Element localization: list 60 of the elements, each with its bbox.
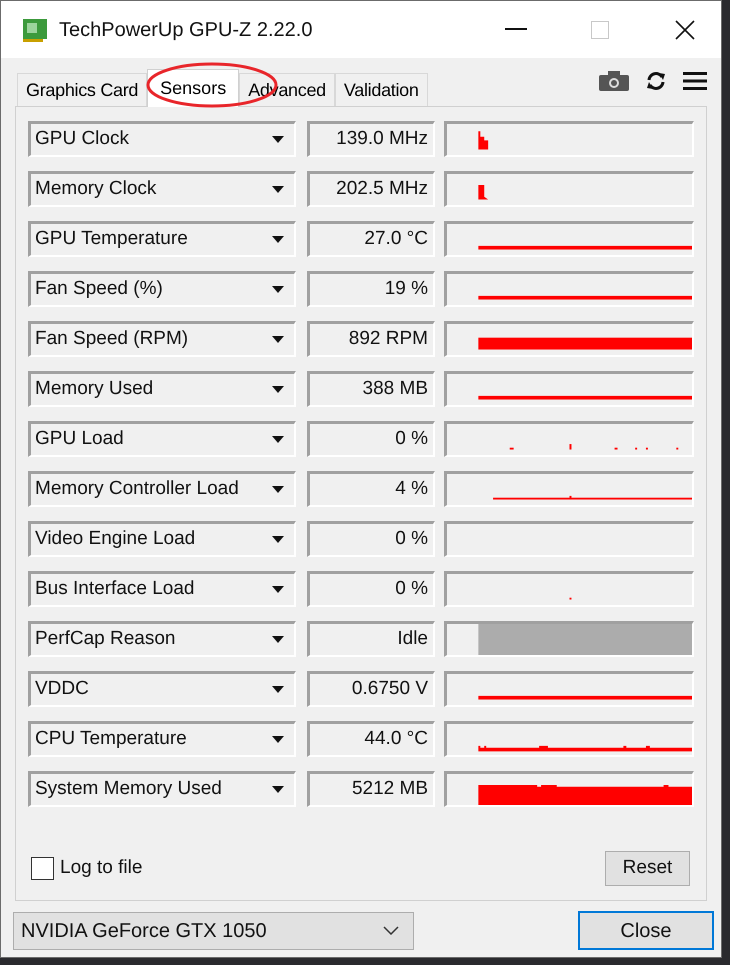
close-icon[interactable] xyxy=(675,20,695,40)
window-title: TechPowerUp GPU-Z 2.22.0 xyxy=(59,18,312,42)
sensor-value: 0 % xyxy=(306,571,435,607)
sensor-dropdown[interactable]: Fan Speed (RPM) xyxy=(28,321,296,357)
sensor-dropdown[interactable]: System Memory Used xyxy=(28,771,296,807)
sensor-value: 0 % xyxy=(306,421,435,457)
sensor-dropdown[interactable]: GPU Load xyxy=(28,421,296,457)
caret-icon xyxy=(272,236,284,243)
tab[interactable]: Validation xyxy=(334,73,428,106)
close-button[interactable]: Close xyxy=(578,911,714,950)
log-checkbox[interactable] xyxy=(31,857,54,880)
caret-icon xyxy=(272,286,284,293)
refresh-icon[interactable] xyxy=(645,70,667,92)
tab[interactable]: Graphics Card xyxy=(17,73,148,106)
caret-icon xyxy=(272,536,284,543)
sensor-dropdown[interactable]: Memory Used xyxy=(28,371,296,407)
sensor-value: 892 RPM xyxy=(306,321,435,357)
sensor-dropdown[interactable]: GPU Temperature xyxy=(28,221,296,257)
caret-icon xyxy=(272,736,284,743)
sensor-dropdown[interactable]: PerfCap Reason xyxy=(28,621,296,657)
reset-button[interactable]: Reset xyxy=(605,851,690,886)
sensor-value: 4 % xyxy=(306,471,435,507)
caret-icon xyxy=(272,586,284,593)
sensor-value: Idle xyxy=(306,621,435,657)
caret-icon xyxy=(272,186,284,193)
chevron-down-icon xyxy=(383,926,399,935)
sensor-dropdown[interactable]: Video Engine Load xyxy=(28,521,296,557)
sensor-value: 139.0 MHz xyxy=(306,121,435,157)
sensor-value: 202.5 MHz xyxy=(306,171,435,207)
minimize-icon[interactable] xyxy=(505,28,527,32)
caret-icon xyxy=(272,436,284,443)
sensor-dropdown[interactable]: Memory Controller Load xyxy=(28,471,296,507)
menu-icon[interactable] xyxy=(683,71,707,91)
sensor-value: 27.0 °C xyxy=(306,221,435,257)
camera-icon[interactable] xyxy=(599,71,629,91)
sparkline-drawing xyxy=(478,184,488,200)
sparkline-drawing xyxy=(570,598,572,600)
caret-icon xyxy=(272,686,284,693)
caret-icon xyxy=(272,636,284,643)
caret-icon xyxy=(272,786,284,793)
caret-icon xyxy=(272,486,284,493)
sensor-value: 0 % xyxy=(306,521,435,557)
sensor-dropdown[interactable]: Bus Interface Load xyxy=(28,571,296,607)
checkbox-label: Log to file xyxy=(60,856,142,880)
sensor-value: 0.6750 V xyxy=(306,671,435,707)
sensor-dropdown[interactable]: GPU Clock xyxy=(28,121,296,157)
sensor-value: 388 MB xyxy=(306,371,435,407)
sensor-dropdown[interactable]: Fan Speed (%) xyxy=(28,271,296,307)
sensor-value: 5212 MB xyxy=(306,771,435,807)
caret-icon xyxy=(272,336,284,343)
caret-icon xyxy=(272,386,284,393)
caret-icon xyxy=(272,136,284,143)
sensor-dropdown[interactable]: CPU Temperature xyxy=(28,721,296,757)
graphics-card-icon xyxy=(21,16,49,42)
sparkline-drawing xyxy=(478,131,488,150)
gpu-select[interactable]: NVIDIA GeForce GTX 1050 xyxy=(13,912,414,950)
sensor-value: 19 % xyxy=(306,271,435,307)
sensor-dropdown[interactable]: VDDC xyxy=(28,671,296,707)
sensor-dropdown[interactable]: Memory Clock xyxy=(28,171,296,207)
sensor-value: 44.0 °C xyxy=(306,721,435,757)
